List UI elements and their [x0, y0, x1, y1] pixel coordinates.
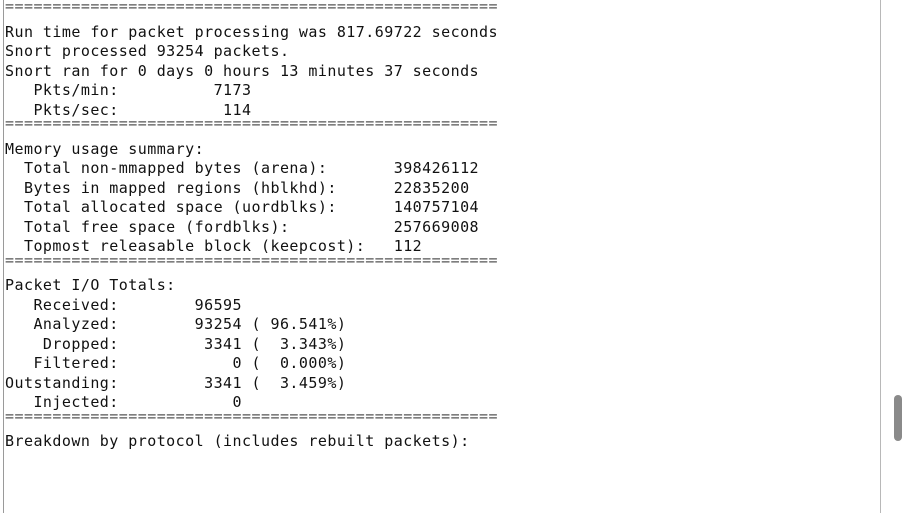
packet-io-dropped: Dropped: 3341 ( 3.343%)	[5, 334, 347, 353]
packet-io-header: Packet I/O Totals:	[5, 276, 176, 294]
pkts-per-min-line: Pkts/min: 7173	[5, 81, 252, 99]
packets-processed-line: Snort processed 93254 packets.	[5, 42, 290, 60]
packet-io-analyzed: Analyzed: 93254 ( 96.541%)	[5, 315, 347, 333]
scrollbar-thumb[interactable]	[894, 395, 902, 441]
terminal-output[interactable]: ========================================…	[5, 3, 498, 452]
memory-row-arena: Total non-mmapped bytes (arena): 3984261…	[5, 159, 480, 177]
packet-io-injected: Injected: 0	[5, 393, 243, 411]
memory-row-uordblks: Total allocated space (uordblks): 140757…	[5, 198, 480, 216]
memory-row-keepcost: Topmost releasable block (keepcost): 112	[5, 237, 423, 255]
packet-io-outstanding: Outstanding: 3341 ( 3.459%)	[5, 373, 347, 392]
pkts-per-sec-line: Pkts/sec: 114	[5, 100, 252, 119]
runtime-line: Run time for packet processing was 817.6…	[5, 22, 498, 41]
separator-line: ========================================…	[5, 120, 498, 132]
memory-row-hblkhd: Bytes in mapped regions (hblkhd): 228352…	[5, 178, 470, 197]
separator-line: ========================================…	[5, 3, 498, 15]
terminal-window: ========================================…	[0, 0, 909, 513]
memory-row-fordblks: Total free space (fordblks): 257669008	[5, 217, 480, 236]
packet-io-filtered: Filtered: 0 ( 0.000%)	[5, 354, 347, 372]
memory-summary-header: Memory usage summary:	[5, 139, 205, 158]
terminal-left-border	[3, 0, 4, 513]
separator-line: ========================================…	[5, 412, 498, 425]
run-duration-line: Snort ran for 0 days 0 hours 13 minutes …	[5, 61, 480, 80]
protocol-breakdown-header: Breakdown by protocol (includes rebuilt …	[5, 432, 470, 450]
separator-line: ========================================…	[5, 256, 498, 269]
packet-io-received: Received: 96595	[5, 295, 243, 314]
